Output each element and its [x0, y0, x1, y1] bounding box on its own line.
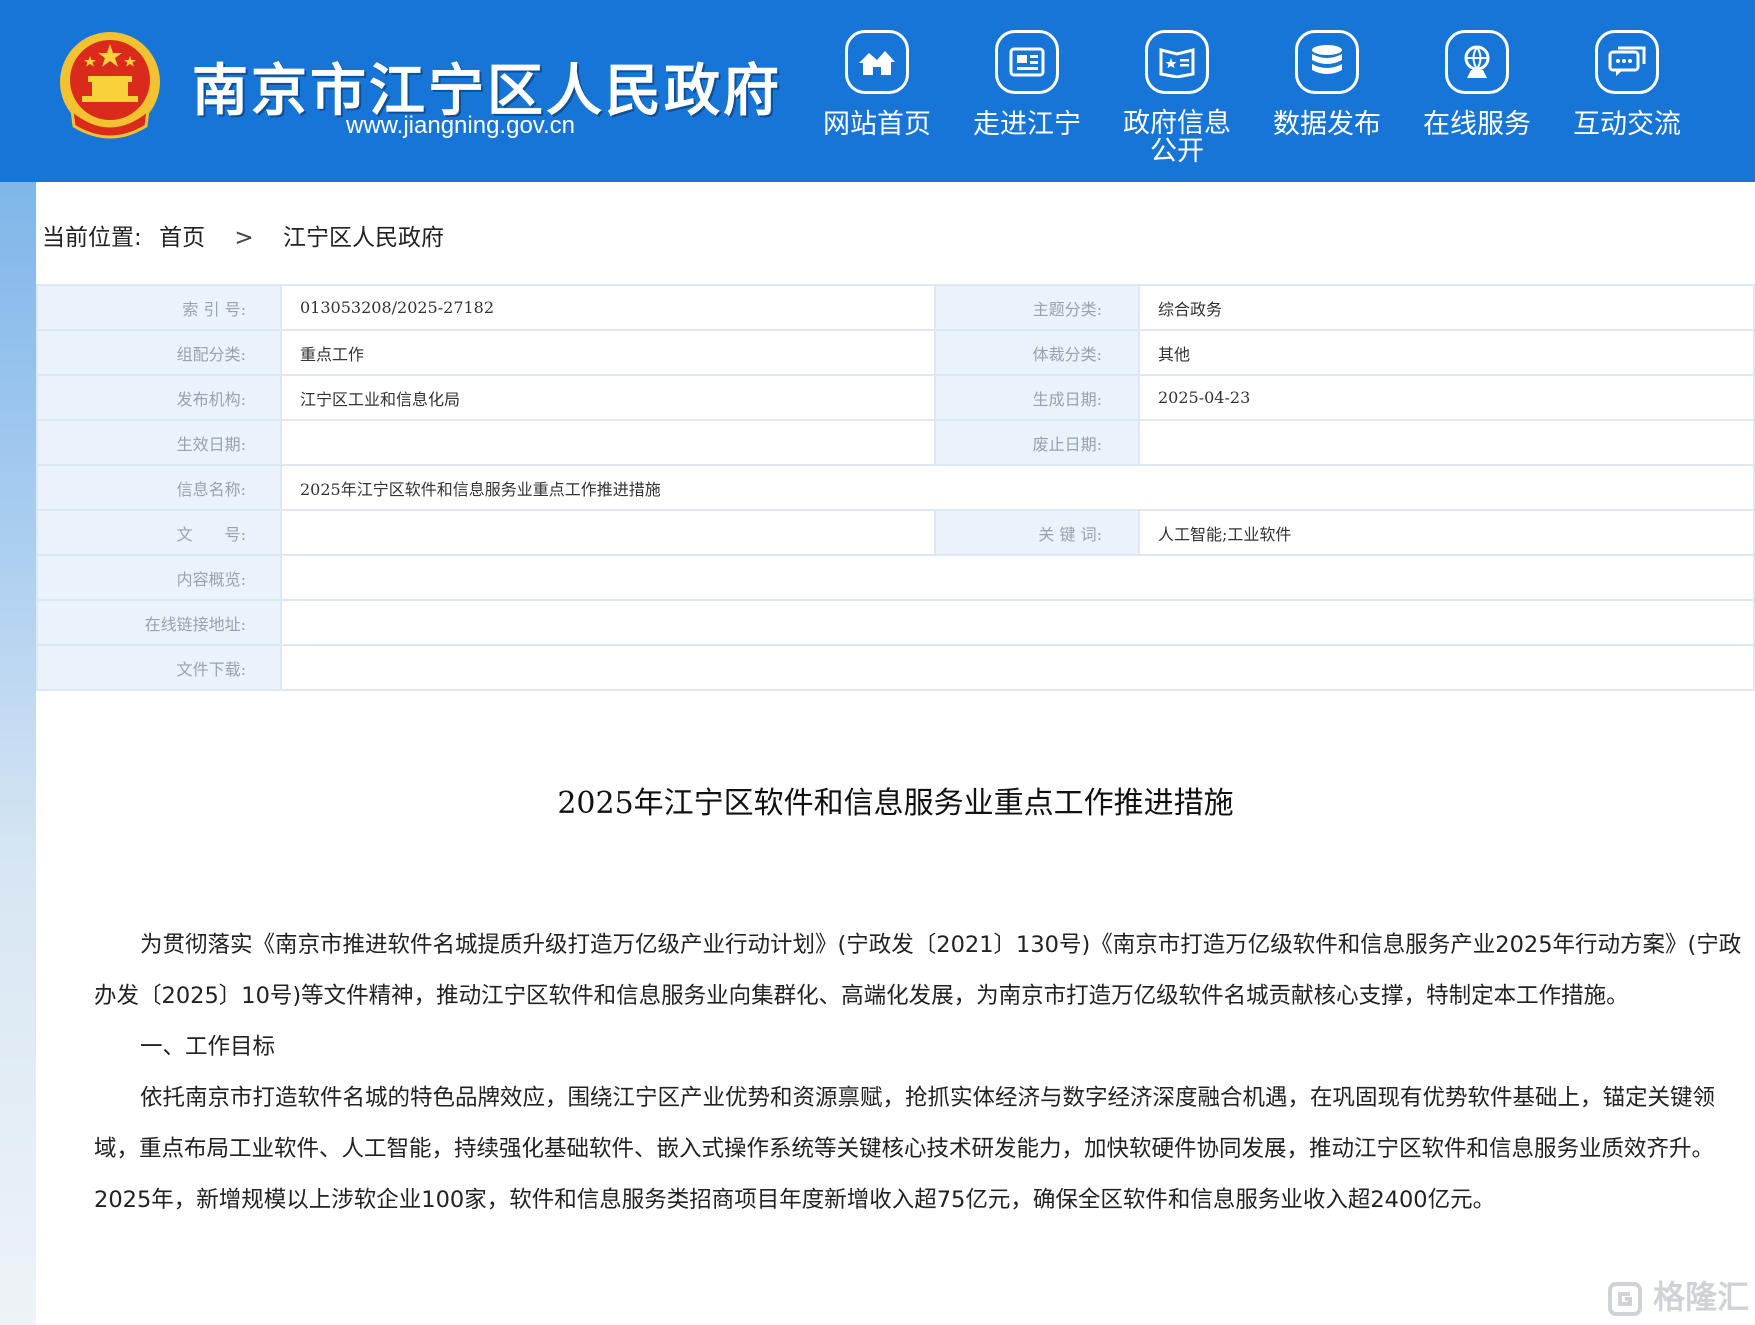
keywords-value: 人工智能;工业软件: [1138, 509, 1755, 556]
name-value: 2025年江宁区软件和信息服务业重点工作推进措施: [280, 464, 1755, 511]
houses-icon: [845, 30, 909, 94]
index-label: 索 引 号:: [36, 284, 282, 331]
nav-data[interactable]: 数据发布: [1260, 30, 1400, 170]
nav-label: 互动交流: [1573, 109, 1681, 140]
link-value[interactable]: [280, 599, 1755, 646]
database-icon: [1295, 30, 1359, 94]
nav-label: 政府信息公开: [1123, 108, 1231, 167]
breadcrumb: 当前位置: 首页 > 江宁区人民政府: [42, 218, 460, 252]
docno-value: [280, 509, 936, 556]
summary-value: [280, 554, 1755, 601]
nav-home[interactable]: 网站首页: [810, 30, 950, 170]
name-label: 信息名称:: [36, 464, 282, 511]
table-row: 索 引 号: 013053208/2025-27182 主题分类: 综合政务: [36, 284, 1755, 331]
table-row: 内容概览:: [36, 554, 1755, 601]
keywords-label: 关 键 词:: [934, 509, 1140, 556]
nav-service[interactable]: 在线服务: [1410, 30, 1550, 170]
org-class-value: 重点工作: [280, 329, 936, 376]
genre-value: 其他: [1138, 329, 1755, 376]
article-paragraph: 依托南京市打造软件名城的特色品牌效应，围绕江宁区产业优势和资源禀赋，抢抓实体经济…: [94, 1085, 1716, 1213]
watermark: 格隆汇: [1608, 1272, 1749, 1318]
section-heading: 一、工作目标: [140, 1034, 276, 1060]
table-row: 组配分类: 重点工作 体裁分类: 其他: [36, 329, 1755, 376]
publisher-value: 江宁区工业和信息化局: [280, 374, 936, 421]
genre-label: 体裁分类:: [934, 329, 1140, 376]
summary-label: 内容概览:: [36, 554, 282, 601]
globe-person-icon: [1445, 30, 1509, 94]
table-row: 在线链接地址:: [36, 599, 1755, 646]
index-value: 013053208/2025-27182: [280, 284, 936, 331]
org-class-label: 组配分类:: [36, 329, 282, 376]
created-value: 2025-04-23: [1138, 374, 1755, 421]
article-title: 2025年江宁区软件和信息服务业重点工作推进措施: [557, 786, 1234, 821]
watermark-text: 格隆汇: [1653, 1278, 1750, 1316]
nav-label: 走进江宁: [973, 109, 1081, 140]
nav-about[interactable]: 走进江宁: [960, 30, 1100, 170]
gelonghui-logo-icon: [1608, 1282, 1642, 1316]
table-row: 发布机构: 江宁区工业和信息化局 生成日期: 2025-04-23: [36, 374, 1755, 421]
effective-label: 生效日期:: [36, 419, 282, 466]
link-label: 在线链接地址:: [36, 599, 282, 646]
effective-value: [280, 419, 936, 466]
nav-label: 数据发布: [1273, 109, 1381, 140]
article-body: 为贯彻落实《南京市推进软件名城提质升级打造万亿级产业行动计划》(宁政发〔2021…: [94, 920, 1754, 1226]
download-value[interactable]: [280, 644, 1755, 691]
national-emblem-icon: [60, 32, 160, 139]
nav-label: 在线服务: [1423, 109, 1531, 140]
nav-label: 网站首页: [823, 109, 931, 140]
nav-gov-info[interactable]: 政府信息公开: [1110, 30, 1250, 170]
table-row: 生效日期: 废止日期:: [36, 419, 1755, 466]
breadcrumb-home-link[interactable]: 首页: [159, 225, 205, 251]
content-panel: 当前位置: 首页 > 江宁区人民政府 索 引 号: 013053208/2025…: [36, 182, 1755, 1325]
topic-label: 主题分类:: [934, 284, 1140, 331]
chat-bubbles-icon: [1595, 30, 1659, 94]
abolished-value: [1138, 419, 1755, 466]
document-info-table: 索 引 号: 013053208/2025-27182 主题分类: 综合政务 组…: [36, 284, 1755, 691]
table-row: 文 号: 关 键 词: 人工智能;工业软件: [36, 509, 1755, 556]
topic-value: 综合政务: [1138, 284, 1755, 331]
download-label: 文件下载:: [36, 644, 282, 691]
breadcrumb-current-link[interactable]: 江宁区人民政府: [283, 225, 444, 251]
nav-interact[interactable]: 互动交流: [1560, 30, 1700, 170]
abolished-label: 废止日期:: [934, 419, 1140, 466]
site-header: 南京市江宁区人民政府 www.jiangning.gov.cn 网站首页 走进江…: [0, 0, 1755, 182]
site-url: www.jiangning.gov.cn: [346, 112, 576, 139]
open-book-icon: [1145, 30, 1209, 94]
breadcrumb-prefix: 当前位置:: [42, 225, 142, 251]
newspaper-icon: [995, 30, 1059, 94]
chevron-right-icon: >: [234, 225, 254, 251]
article-paragraph: 为贯彻落实《南京市推进软件名城提质升级打造万亿级产业行动计划》(宁政发〔2021…: [94, 932, 1742, 1009]
table-row: 信息名称: 2025年江宁区软件和信息服务业重点工作推进措施: [36, 464, 1755, 511]
publisher-label: 发布机构:: [36, 374, 282, 421]
created-label: 生成日期:: [934, 374, 1140, 421]
sky-background: [0, 182, 36, 1325]
docno-label: 文 号:: [36, 509, 282, 556]
table-row: 文件下载:: [36, 644, 1755, 691]
